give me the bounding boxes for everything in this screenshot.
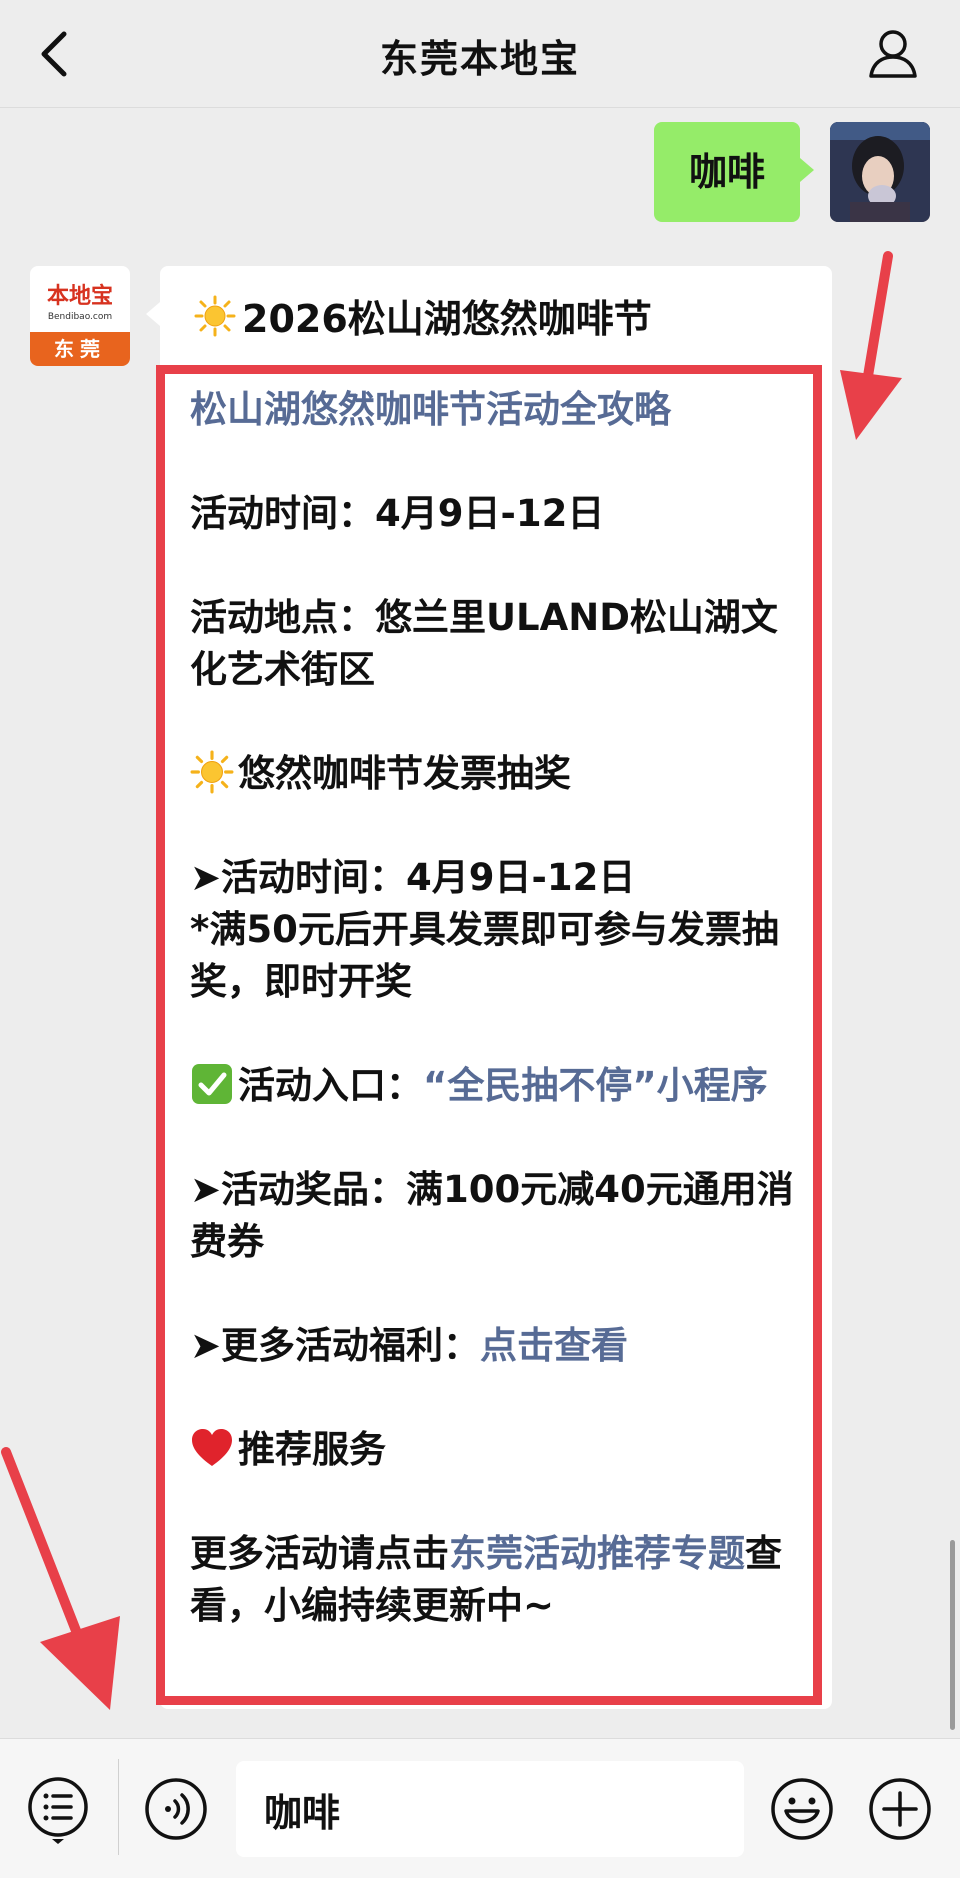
logo-subtext: Bendibao.com [47,312,113,322]
message-input[interactable] [236,1761,744,1857]
person-icon [869,30,917,78]
smiley-icon [771,1778,833,1840]
scrollbar[interactable] [950,1540,955,1730]
lottery-rule-text: *满50元后开具发票即可参与发票抽奖，即时开奖 [190,908,779,1003]
chat-title: 东莞本地宝 [379,37,580,81]
message-header-text: 2026松山湖悠然咖啡节 [242,297,652,341]
topic-link[interactable]: 东莞活动推荐专题 [449,1532,745,1575]
red-arrow-left [1,1447,120,1710]
sun-icon [194,295,236,336]
voice-icon [145,1778,207,1840]
guide-link[interactable]: 松山湖悠然咖啡节活动全攻略 [190,388,671,431]
footer-prefix: 更多活动请点击 [190,1532,449,1575]
sun-icon [190,750,234,794]
recommend-section-title: 推荐服务 [238,1428,386,1471]
outgoing-message-bubble[interactable]: 咖啡 [654,122,814,222]
lottery-time-text: ➤活动时间：4月9日-12日 [190,856,636,899]
entry-label: 活动入口： [238,1064,423,1107]
emoji-button[interactable] [770,1777,834,1841]
message-content: 松山湖悠然咖啡节活动全攻略 活动时间：4月9日-12日 活动地点：悠兰里ULAN… [190,384,810,1684]
official-account-avatar[interactable]: 本地宝 Bendibao.com 东莞 [30,266,130,366]
profile-button[interactable] [866,26,920,80]
plus-icon [869,1778,931,1840]
voice-button[interactable] [144,1777,208,1841]
event-time-text: 活动时间：4月9日-12日 [190,492,605,535]
message-header: 2026松山湖悠然咖啡节 [194,288,652,343]
view-more-link[interactable]: 点击查看 [480,1324,628,1367]
prize-text: ➤活动奖品：满100元减40元通用消费券 [190,1168,794,1263]
heart-icon [192,1429,232,1466]
menu-button[interactable] [26,1775,90,1845]
logo-text: 本地宝 [46,284,113,309]
more-benefits-label: ➤更多活动福利： [190,1324,481,1367]
check-mark-icon [192,1064,232,1104]
more-actions-button[interactable] [868,1777,932,1841]
user-avatar[interactable] [830,122,930,222]
red-arrow-right [840,251,902,440]
event-place-text: 活动地点：悠兰里ULAND松山湖文化艺术街区 [190,596,778,691]
mini-program-link[interactable]: “全民抽不停”小程序 [423,1064,768,1107]
user-photo [830,122,930,222]
chat-header: 东莞本地宝 [0,0,960,108]
menu-list-icon [28,1777,88,1844]
input-bar [0,1738,960,1878]
bar-divider [118,1759,119,1855]
avatar-city-label: 东莞 [30,332,130,366]
lottery-section-title: 悠然咖啡节发票抽奖 [238,752,571,795]
